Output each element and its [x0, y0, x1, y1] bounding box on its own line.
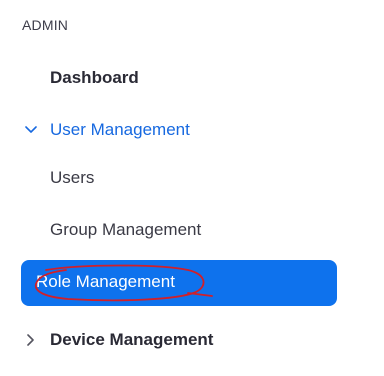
- sidebar-item-users[interactable]: Users: [0, 158, 384, 198]
- sidebar-item-role-management[interactable]: Role Management: [21, 260, 337, 306]
- sidebar-item-user-management[interactable]: User Management: [0, 110, 384, 150]
- sidebar-item-label: Role Management: [36, 272, 175, 291]
- sidebar-item-dashboard[interactable]: Dashboard: [0, 58, 384, 98]
- sidebar-item-group-management[interactable]: Group Management: [0, 210, 384, 250]
- sidebar-item-device-management[interactable]: Device Management: [0, 320, 384, 360]
- sidebar-item-label: Dashboard: [50, 68, 139, 87]
- sidebar-item-label: Group Management: [50, 220, 202, 239]
- sidebar-item-label: User Management: [50, 120, 190, 139]
- sidebar-item-label: Device Management: [50, 330, 214, 349]
- chevron-down-icon: [24, 123, 38, 137]
- section-title-admin: ADMIN: [22, 17, 69, 33]
- sidebar-item-label: Users: [50, 168, 95, 187]
- chevron-right-icon: [24, 333, 38, 347]
